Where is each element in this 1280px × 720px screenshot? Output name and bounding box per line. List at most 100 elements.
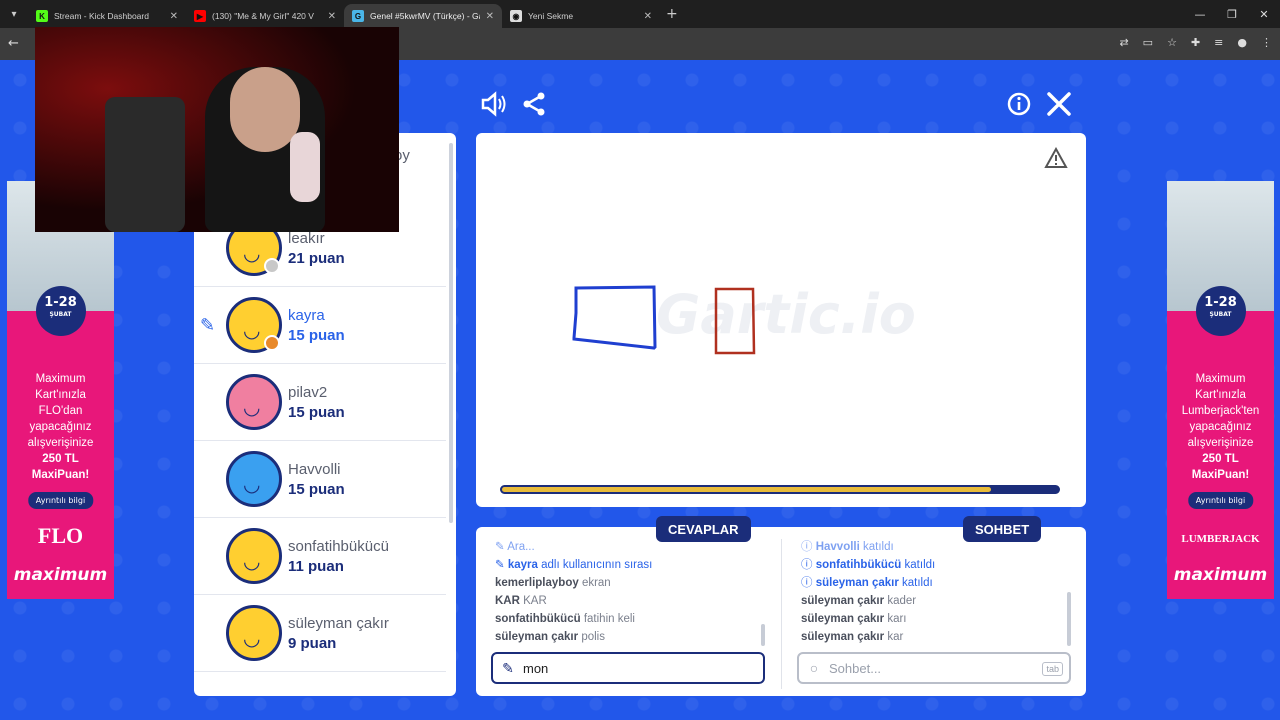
answers-message: ✎ kayra adlı kullanıcının sırası bbox=[495, 559, 653, 571]
message-user[interactable]: Havvolli bbox=[816, 541, 860, 553]
answers-header: CEVAPLAR bbox=[656, 516, 751, 542]
tab-close-icon[interactable]: ✕ bbox=[644, 11, 652, 22]
chat-message: süleyman çakır karı bbox=[801, 610, 935, 628]
chat-bubble-icon: ○ bbox=[809, 660, 819, 676]
new-tab-button[interactable]: + bbox=[666, 6, 678, 22]
browser-tab[interactable]: G Genel #5kwrMV (Türkçe) - Gar ✕ bbox=[344, 4, 502, 28]
answer-input[interactable]: ✎ mon bbox=[491, 652, 765, 684]
browser-tab[interactable]: K Stream - Kick Dashboard ✕ bbox=[28, 4, 186, 28]
player-name: pilav2 bbox=[288, 384, 328, 401]
right-ad-details-button[interactable]: Ayrıntılı bilgi bbox=[1187, 492, 1254, 509]
left-ad-details-button[interactable]: Ayrıntılı bilgi bbox=[27, 492, 94, 509]
message-user[interactable]: sonfatihbükücü bbox=[495, 613, 581, 625]
reading-list-icon[interactable]: ≡ bbox=[1214, 36, 1223, 49]
message-user[interactable]: süleyman çakır bbox=[801, 595, 884, 607]
message-user[interactable]: KAR bbox=[495, 595, 520, 607]
message-text: karı bbox=[887, 613, 907, 625]
drawing-pencil-icon: ✎ bbox=[200, 315, 216, 336]
player-row[interactable]: ◡ süleyman çakır 9 puan bbox=[194, 595, 446, 672]
round-timer-fill bbox=[502, 487, 992, 492]
answers-message: KAR KAR bbox=[495, 592, 652, 610]
chat-message: ⓘ sonfatihbükücü katıldı bbox=[801, 559, 936, 571]
ad-highlight: 250 TL bbox=[42, 453, 79, 465]
chat-log: ⓘ Havvolli katıldı ⓘ sonfatihbükücü katıl… bbox=[801, 538, 935, 646]
player-score: 11 puan bbox=[288, 558, 344, 575]
close-game-icon[interactable] bbox=[1046, 91, 1072, 123]
player-score: 9 puan bbox=[288, 635, 337, 652]
share-icon[interactable] bbox=[521, 91, 547, 123]
message-user[interactable]: süleyman çakır bbox=[801, 613, 884, 625]
message-text: kader bbox=[887, 595, 917, 607]
tab-close-icon[interactable]: ✕ bbox=[170, 11, 178, 22]
message-user[interactable]: süleyman çakır bbox=[801, 631, 884, 643]
bookmark-star-icon[interactable]: ☆ bbox=[1167, 36, 1177, 49]
translate-icon[interactable]: ⇄ bbox=[1119, 36, 1128, 49]
message-user[interactable]: sonfatihbükücü bbox=[816, 559, 902, 571]
player-status-dot bbox=[264, 335, 280, 351]
right-ad-date-badge: 1-28 ŞUBAT bbox=[1195, 286, 1246, 336]
close-window-button[interactable]: ✕ bbox=[1248, 0, 1280, 28]
chat-message: süleyman çakır kar bbox=[801, 628, 935, 646]
ad-line: Lumberjack'ten bbox=[1181, 405, 1260, 417]
right-ad-banner[interactable]: 1-28 ŞUBAT Maximum Kart'ınızla Lumberjack't… bbox=[1167, 181, 1274, 599]
drawing-canvas[interactable]: Gartic.io bbox=[476, 133, 1086, 507]
message-user[interactable]: kemerliplayboy bbox=[495, 577, 579, 589]
message-user[interactable]: kayra bbox=[508, 559, 538, 571]
microphone bbox=[290, 132, 320, 202]
chat-input[interactable]: ○ Sohbet... tab bbox=[797, 652, 1071, 684]
chat-scrollbar[interactable] bbox=[1067, 592, 1071, 646]
player-row[interactable]: ◡ sonfatihbükücü 11 puan bbox=[194, 518, 446, 595]
chat-input-placeholder: Sohbet... bbox=[829, 660, 882, 676]
tab-close-icon[interactable]: ✕ bbox=[328, 11, 336, 22]
profile-icon[interactable]: ● bbox=[1237, 36, 1247, 49]
extensions-icon[interactable]: ✚ bbox=[1191, 36, 1200, 49]
player-name: leakır bbox=[288, 230, 325, 247]
answers-scrollbar[interactable] bbox=[761, 624, 765, 646]
maximize-button[interactable]: ❐ bbox=[1216, 0, 1248, 28]
tab-close-icon[interactable]: ✕ bbox=[486, 11, 494, 22]
tab-title: (130) "Me & My Girl" 420 V bbox=[212, 11, 314, 21]
answer-input-value: mon bbox=[523, 660, 549, 676]
message-user[interactable]: süleyman çakır bbox=[495, 631, 578, 643]
player-avatar: ◡ bbox=[226, 528, 282, 584]
player-row[interactable]: ◡ Havvolli 15 puan bbox=[194, 441, 446, 518]
left-ad-maximum-logo: maximum bbox=[13, 565, 108, 585]
chat-message: süleyman çakır kader bbox=[801, 592, 935, 610]
cast-icon[interactable]: ▭ bbox=[1143, 36, 1153, 49]
drawing-strokes bbox=[572, 285, 756, 355]
ad-highlight: 250 TL MaxiPuan! bbox=[1191, 453, 1250, 481]
player-row[interactable]: ✎ ◡ kayra 15 puan bbox=[194, 287, 446, 364]
left-ad-date-badge: 1-28 ŞUBAT bbox=[35, 286, 86, 336]
tab-favicon-icon: ▶ bbox=[194, 10, 206, 22]
ad-line: Maximum bbox=[35, 373, 86, 385]
menu-dots-icon[interactable]: ⋮ bbox=[1261, 36, 1272, 49]
left-ad-banner[interactable]: 1-28 ŞUBAT Maximum Kart'ınızla FLO'dan yapac… bbox=[7, 181, 114, 599]
browser-tab[interactable]: ▶ (130) "Me & My Girl" 420 V ✕ bbox=[186, 4, 344, 28]
back-arrow-icon[interactable]: ← bbox=[8, 36, 19, 51]
right-ad-brand-logo: LUMBERJACK bbox=[1181, 533, 1260, 545]
pencil-icon: ✎ bbox=[502, 659, 514, 676]
info-icon[interactable] bbox=[1006, 91, 1032, 123]
tab-search-icon[interactable]: ▾ bbox=[0, 0, 28, 28]
player-list-scrollbar[interactable] bbox=[449, 143, 453, 523]
sound-icon[interactable] bbox=[480, 91, 506, 123]
tab-title: Yeni Sekme bbox=[528, 11, 574, 21]
left-ad-text: Maximum Kart'ınızla FLO'dan yapacağınız alış… bbox=[13, 371, 108, 483]
tab-key-hint: tab bbox=[1042, 662, 1063, 676]
right-ad-maximum-logo: maximum bbox=[1173, 565, 1268, 585]
message-user[interactable]: süleyman çakır bbox=[816, 577, 899, 589]
minimize-button[interactable]: — bbox=[1184, 0, 1216, 28]
browser-tab[interactable]: ◉ Yeni Sekme ✕ bbox=[502, 4, 660, 28]
panel-divider bbox=[781, 539, 782, 689]
ad-line: alışverişinize bbox=[1187, 437, 1254, 449]
player-row[interactable]: ◡ pilav2 15 puan bbox=[194, 364, 446, 441]
browser-tab-bar: ▾ K Stream - Kick Dashboard ✕ ▶ (130) "Me & … bbox=[0, 0, 1280, 28]
chat-message: ⓘ Havvolli katıldı bbox=[801, 541, 894, 553]
red-rectangle-stroke bbox=[714, 287, 756, 355]
round-timer-bar bbox=[500, 485, 1060, 494]
ad-line: Kart'ınızla bbox=[35, 389, 86, 401]
tab-title: Stream - Kick Dashboard bbox=[54, 11, 149, 21]
ad-line: Kart'ınızla bbox=[1195, 389, 1246, 401]
left-ad-brand-logo: FLO bbox=[37, 523, 84, 548]
player-name: sonfatihbükücü bbox=[288, 538, 389, 555]
